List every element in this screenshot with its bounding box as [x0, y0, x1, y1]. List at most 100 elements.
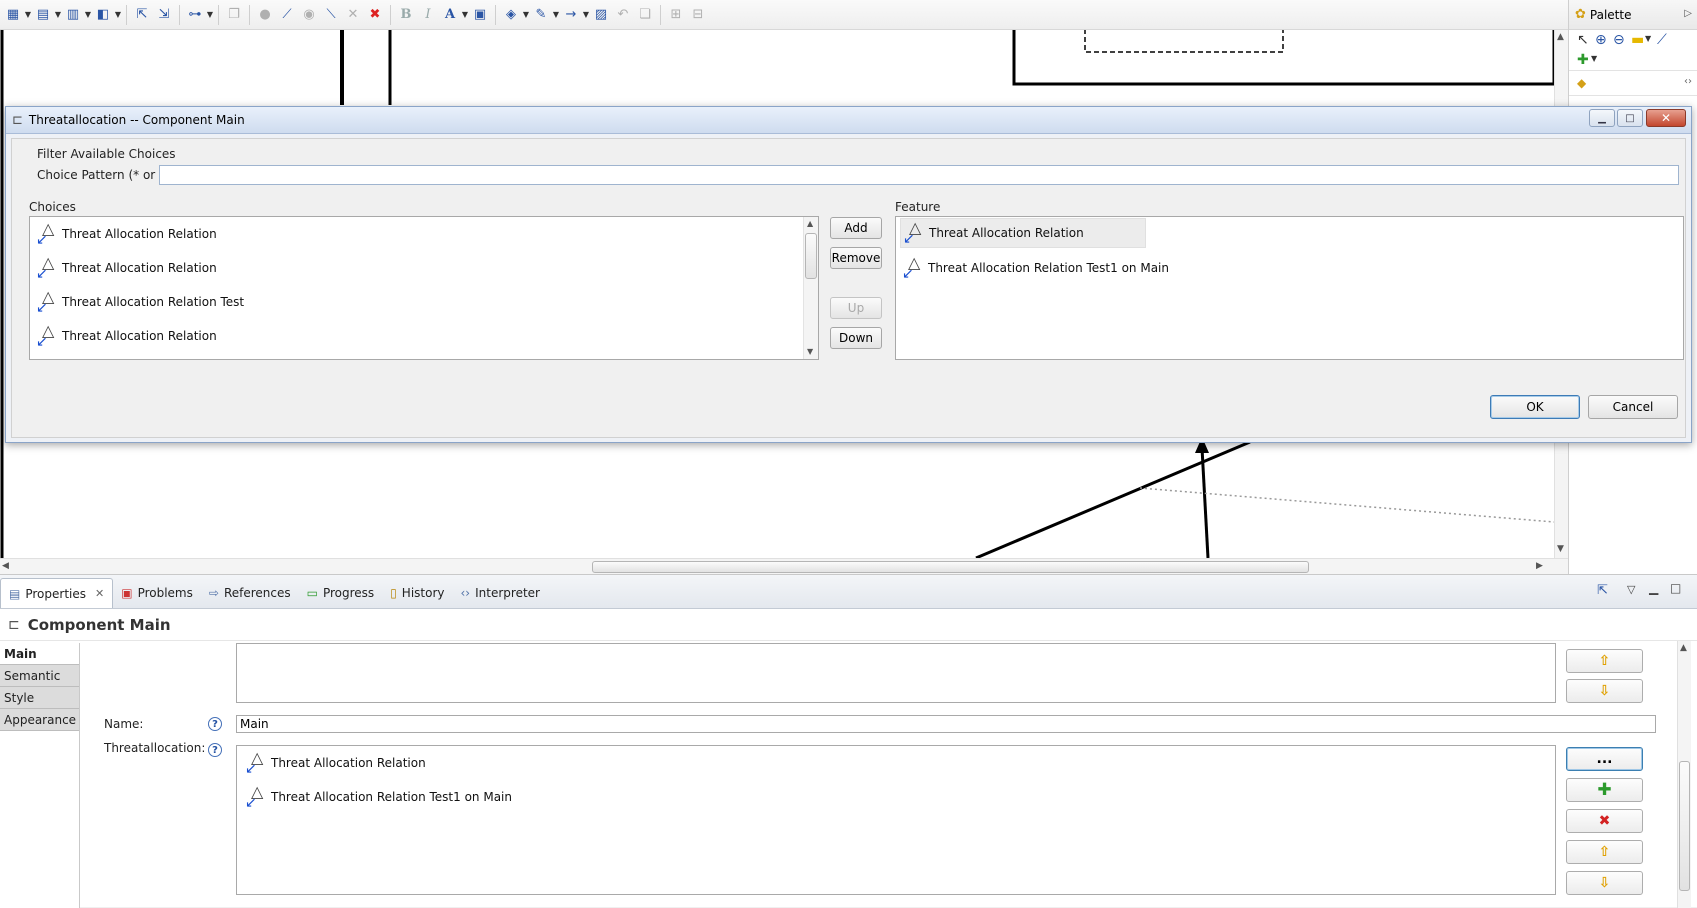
redo-icon[interactable]: ❏	[635, 5, 655, 25]
tab-history[interactable]: ▯ History	[382, 578, 452, 608]
fill-color-dropdown-arrow[interactable]: ▼	[522, 5, 530, 25]
scroll-down-arrow[interactable]: ▼	[807, 347, 813, 356]
route-dropdown-arrow[interactable]: ▼	[206, 5, 214, 25]
label-icon-2[interactable]: ⟍	[321, 5, 341, 25]
list-item[interactable]: △ ↙ Threat Allocation Relation	[245, 748, 426, 778]
scroll-up-arrow[interactable]: ▲	[807, 219, 813, 228]
list-item[interactable]: △ ↙ Threat Allocation Relation	[36, 321, 217, 351]
section-semantic[interactable]: Semantic	[0, 665, 79, 687]
scroll-up-arrow[interactable]: ▲	[1557, 32, 1564, 42]
fill-color-icon[interactable]: ◈	[501, 5, 521, 25]
horizontal-scroll-thumb[interactable]	[592, 561, 1309, 573]
maximize-button[interactable]: □	[1617, 109, 1643, 127]
down-button[interactable]: Down	[830, 327, 882, 349]
tab-problems[interactable]: ▣ Problems	[113, 578, 201, 608]
list-item[interactable]: △ ↙ Threat Allocation Relation	[900, 218, 1146, 248]
list-item[interactable]: △ ↙ Threat Allocation Relation Test1 on M…	[902, 253, 1169, 283]
note-tool-icon[interactable]: ▬	[1631, 32, 1644, 48]
threatallocation-list[interactable]: △ ↙ Threat Allocation Relation △ ↙ Threat …	[236, 745, 1556, 895]
add-button[interactable]: Add	[830, 217, 882, 239]
list-item[interactable]: △ ↙ Threat Allocation Relation	[36, 253, 217, 283]
zoom-in-icon[interactable]: ⊕	[1595, 32, 1607, 48]
scroll-up-arrow[interactable]: ▲	[1680, 643, 1687, 653]
maximize-icon[interactable]: □	[1670, 581, 1681, 595]
palette-drawer[interactable]: ◆ ‹›	[1569, 70, 1697, 96]
dot-icon[interactable]: ●	[255, 5, 275, 25]
section-main[interactable]: Main	[0, 643, 79, 665]
layout-dropdown-arrow[interactable]: ▼	[114, 5, 122, 25]
line-color-dropdown-arrow[interactable]: ▼	[552, 5, 560, 25]
font-color-icon[interactable]: A	[440, 5, 460, 25]
font-color-dropdown-arrow[interactable]: ▼	[461, 5, 469, 25]
select-tool-icon[interactable]: ↖	[1577, 32, 1589, 48]
scroll-down-arrow[interactable]: ▼	[1557, 544, 1564, 554]
choices-list[interactable]: △ ↙ Threat Allocation Relation △ ↙ Threat …	[29, 216, 819, 360]
arrange-icon[interactable]: ▤	[33, 5, 53, 25]
element-dropdown-arrow[interactable]: ▼	[1591, 54, 1597, 63]
text-style-icon[interactable]: ▣	[470, 5, 490, 25]
bold-icon[interactable]: B	[396, 5, 416, 25]
arrange-dropdown-arrow[interactable]: ▼	[54, 5, 62, 25]
move-up-button[interactable]: ⇧	[1566, 840, 1643, 864]
tab-properties[interactable]: ▤ Properties ✕	[0, 578, 114, 608]
remove-button[interactable]: ✖	[1566, 809, 1643, 833]
view-menu-icon[interactable]: ▽	[1627, 583, 1635, 596]
browse-button[interactable]: ...	[1566, 747, 1643, 771]
multi-value-list-top[interactable]	[236, 643, 1556, 703]
line-color-icon[interactable]: ✎	[531, 5, 551, 25]
element-tool-icon[interactable]: ✚	[1577, 52, 1589, 68]
choices-scrollbar[interactable]: ▲ ▼	[803, 217, 818, 359]
section-style[interactable]: Style	[0, 687, 79, 709]
label-icon[interactable]: ◉	[299, 5, 319, 25]
close-button[interactable]: ✕	[1646, 109, 1686, 127]
minimize-button[interactable]: ▁	[1589, 109, 1615, 127]
group-icon[interactable]: ⊞	[666, 5, 686, 25]
help-icon[interactable]: ?	[208, 717, 222, 731]
palette-collapse-icon[interactable]: ▷	[1684, 8, 1692, 19]
remove-button[interactable]: Remove	[830, 247, 882, 269]
move-down-button[interactable]: ⇩	[1566, 871, 1643, 895]
tab-interpreter[interactable]: ‹› Interpreter	[453, 578, 548, 608]
tab-progress[interactable]: ▭ Progress	[299, 578, 383, 608]
align-icon[interactable]: ▦	[3, 5, 23, 25]
palette-header[interactable]: ✿ Palette ▷	[1569, 0, 1697, 30]
add-button[interactable]: ✚	[1566, 778, 1643, 802]
up-button[interactable]: Up	[830, 297, 882, 319]
distribute-icon[interactable]: ▥	[63, 5, 83, 25]
delete-icon[interactable]: ✕	[343, 5, 363, 25]
cancel-button[interactable]: Cancel	[1588, 395, 1678, 419]
close-icon[interactable]: ✕	[95, 587, 104, 600]
route-icon[interactable]: ⊶	[185, 5, 205, 25]
image-icon[interactable]: ▨	[591, 5, 611, 25]
pin-icon[interactable]: ⟋	[277, 5, 297, 25]
choice-pattern-input[interactable]	[159, 165, 1679, 185]
section-appearance[interactable]: Appearance	[0, 709, 79, 731]
select-all-icon[interactable]: ⇲	[154, 5, 174, 25]
list-item[interactable]: △ ↙ Threat Allocation Relation	[36, 219, 217, 249]
drawer-toggle-icon[interactable]: ‹›	[1684, 76, 1692, 87]
choices-scroll-thumb[interactable]	[805, 233, 817, 279]
move-up-button-top[interactable]: ⇧	[1566, 649, 1643, 673]
note-dropdown-arrow[interactable]: ▼	[1645, 34, 1651, 43]
line-style-dropdown-arrow[interactable]: ▼	[582, 5, 590, 25]
zoom-out-icon[interactable]: ⊖	[1613, 32, 1625, 48]
copy-format-icon[interactable]: ❐	[224, 5, 244, 25]
distribute-dropdown-arrow[interactable]: ▼	[84, 5, 92, 25]
delete-from-model-icon[interactable]: ✖	[365, 5, 385, 25]
scroll-right-arrow[interactable]: ▶	[1536, 561, 1543, 571]
name-input[interactable]: Main	[236, 715, 1656, 733]
move-down-button-top[interactable]: ⇩	[1566, 679, 1643, 703]
scroll-left-arrow[interactable]: ◀	[2, 561, 9, 571]
list-item[interactable]: △ ↙ Threat Allocation Relation Test	[36, 287, 244, 317]
layout-icon[interactable]: ◧	[93, 5, 113, 25]
tab-references[interactable]: ⇨ References	[201, 578, 299, 608]
connection-tool-icon[interactable]: ⟋	[1657, 32, 1667, 48]
italic-icon[interactable]: I	[418, 5, 438, 25]
properties-vertical-scrollbar[interactable]: ▲	[1677, 641, 1691, 908]
canvas-horizontal-scrollbar[interactable]: ◀ ▶	[0, 558, 1568, 574]
align-dropdown-arrow[interactable]: ▼	[24, 5, 32, 25]
navigate-icon[interactable]: ⇱	[132, 5, 152, 25]
ok-button[interactable]: OK	[1490, 395, 1580, 419]
ungroup-icon[interactable]: ⊟	[688, 5, 708, 25]
line-style-icon[interactable]: →	[561, 5, 581, 25]
